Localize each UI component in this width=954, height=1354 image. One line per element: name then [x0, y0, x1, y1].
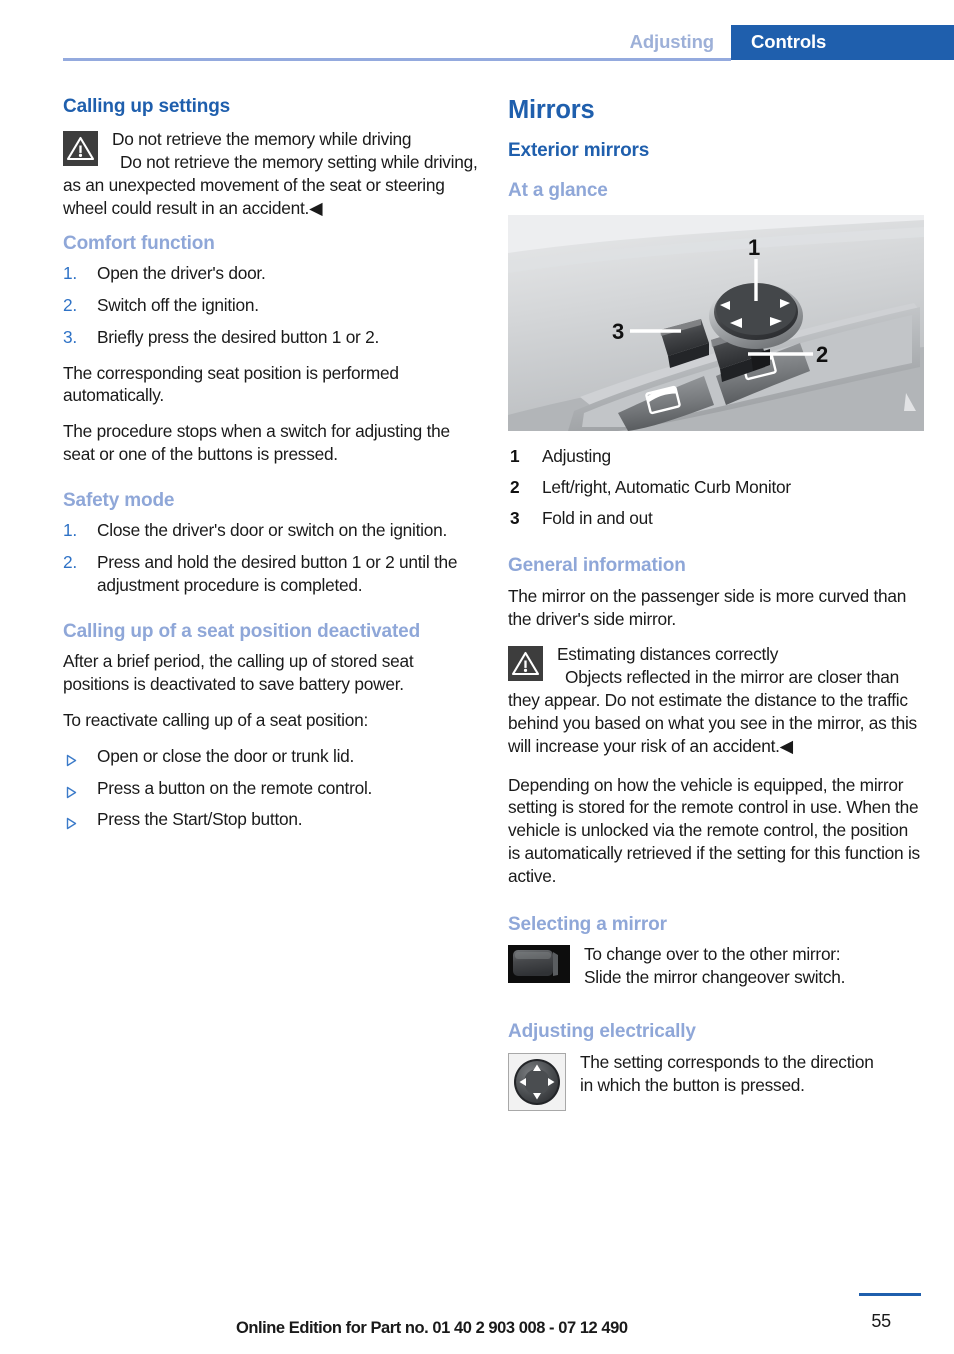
warning-triangle-icon	[63, 131, 98, 167]
list-item: Press a button on the remote control.	[63, 777, 479, 800]
comfort-function-steps: 1. Open the driver's door. 2. Switch off…	[63, 262, 479, 348]
adjusting-electrically-block: The setting corresponds to the direction…	[508, 1051, 924, 1111]
page-number-rule	[859, 1293, 921, 1296]
seat-position-paragraph-1: After a brief period, the calling up of …	[63, 651, 414, 695]
page-title: Mirrors	[508, 96, 595, 124]
comfort-function-paragraph-2: The procedure stops when a switch for ad…	[63, 421, 450, 465]
seat-position-paragraph-2: To reactivate calling up of a seat posit…	[63, 709, 369, 730]
left-column: Calling up settings Do not retrieve the …	[63, 96, 479, 844]
legend-number: 1	[510, 445, 520, 466]
heading-calling-up-settings: Calling up settings	[63, 96, 231, 117]
warning-block-memory: Do not retrieve the memory while driving…	[63, 128, 479, 219]
warning-distances-text: Estimating distances correctly Objects r…	[508, 643, 924, 757]
list-item: 3. Briefly press the desired button 1 or…	[63, 326, 479, 349]
four-way-joystick-icon	[508, 1052, 566, 1111]
figure-legend: 1 Adjusting 2 Left/right, Automatic Curb…	[508, 445, 924, 529]
heading-seat-position-deactivated: Calling up of a seat position deactivate…	[63, 620, 421, 642]
right-column: Mirrors Exterior mirrors At a glance 1 3…	[508, 96, 924, 1124]
list-item: 2 Left/right, Automatic Curb Monitor	[508, 476, 924, 499]
heading-safety-mode: Safety mode	[63, 489, 175, 511]
bullet-text: Open or close the door or trunk lid.	[97, 745, 355, 766]
warning-triangle-icon	[508, 646, 543, 682]
door-panel-mirror-controls-photo: 1 3 2	[508, 214, 924, 431]
warning-distances-body: Objects reflected in the mirror are clos…	[508, 667, 917, 756]
legend-text: Adjusting	[542, 445, 611, 466]
heading-adjusting-electrically: Adjusting electrically	[508, 1021, 696, 1043]
selecting-a-mirror-line-2: Slide the mirror changeover switch.	[584, 967, 846, 988]
step-number: 2.	[63, 294, 77, 315]
heading-comfort-function: Comfort function	[63, 232, 215, 254]
selecting-a-mirror-block: To change over to the other mirror: Slid…	[508, 943, 924, 989]
header-tab-controls-label: Controls	[751, 31, 827, 52]
general-information-closing: Depending on how the vehicle is equipped…	[508, 774, 920, 886]
step-number: 1.	[63, 520, 77, 541]
legend-text: Fold in and out	[542, 507, 653, 528]
warning-memory-body: Do not retrieve the memory setting while…	[63, 152, 478, 218]
safety-mode-steps: 1. Close the driver's door or switch on …	[63, 519, 479, 596]
legend-text: Left/right, Automatic Curb Monitor	[542, 476, 791, 497]
header-tab-adjusting: Adjusting	[629, 31, 715, 52]
figure-callout-3: 3	[612, 319, 624, 344]
comfort-function-paragraph-1: The corresponding seat position is perfo…	[63, 362, 399, 406]
list-item: 1. Open the driver's door.	[63, 262, 479, 285]
list-item: 1 Adjusting	[508, 445, 924, 468]
heading-selecting-a-mirror: Selecting a mirror	[508, 913, 667, 935]
general-information-intro: The mirror on the passenger side is more…	[508, 585, 907, 629]
page-footer: Online Edition for Part no. 01 40 2 903 …	[0, 1284, 954, 1354]
heading-at-a-glance: At a glance	[508, 180, 608, 202]
list-item: Press the Start/Stop button.	[63, 808, 479, 831]
selecting-a-mirror-text: To change over to the other mirror: Slid…	[584, 943, 924, 989]
legend-number: 2	[510, 476, 520, 497]
figure-callout-1: 1	[748, 235, 760, 260]
list-item: 2. Switch off the ignition.	[63, 294, 479, 317]
step-number: 2.	[63, 552, 77, 573]
warning-memory-title: Do not retrieve the memory while driving	[112, 129, 412, 150]
footer-edition-note: Online Edition for Part no. 01 40 2 903 …	[236, 1319, 628, 1337]
legend-number: 3	[510, 507, 520, 528]
adjusting-electrically-line-2: in which the button is pressed.	[580, 1075, 805, 1096]
mirror-changeover-switch-icon	[508, 945, 570, 984]
header-tab-controls: Controls	[731, 25, 954, 60]
list-item: 3 Fold in and out	[508, 507, 924, 530]
step-text: Press and hold the desired button 1 or 2…	[97, 552, 458, 595]
selecting-a-mirror-line-1: To change over to the other mirror:	[584, 944, 841, 965]
warning-distances-title: Estimating distances correctly	[557, 644, 779, 665]
page-number: 55	[871, 1311, 891, 1331]
heading-exterior-mirrors: Exterior mirrors	[508, 140, 650, 162]
list-item: 1. Close the driver's door or switch on …	[63, 519, 479, 542]
list-item: Open or close the door or trunk lid.	[63, 745, 479, 768]
bullet-text: Press a button on the remote control.	[97, 777, 373, 798]
step-text: Close the driver's door or switch on the…	[97, 520, 448, 541]
step-number: 3.	[63, 326, 77, 347]
header-divider-rule	[63, 58, 731, 61]
warning-block-distances: Estimating distances correctly Objects r…	[508, 643, 924, 757]
page-header: Adjusting Controls	[0, 0, 954, 68]
warning-memory-text: Do not retrieve the memory while driving…	[63, 128, 479, 219]
heading-general-information: General information	[508, 555, 686, 577]
adjusting-electrically-line-1: The setting corresponds to the direction	[580, 1051, 874, 1072]
adjusting-electrically-text: The setting corresponds to the direction…	[580, 1051, 924, 1097]
bullet-text: Press the Start/Stop button.	[97, 809, 303, 830]
step-text: Briefly press the desired button 1 or 2.	[97, 326, 380, 347]
step-text: Switch off the ignition.	[97, 294, 259, 315]
step-number: 1.	[63, 263, 77, 284]
step-text: Open the driver's door.	[97, 263, 266, 284]
seat-position-bullets: Open or close the door or trunk lid. Pre…	[63, 745, 479, 831]
figure-callout-2: 2	[816, 342, 828, 367]
list-item: 2. Press and hold the desired button 1 o…	[63, 551, 479, 597]
